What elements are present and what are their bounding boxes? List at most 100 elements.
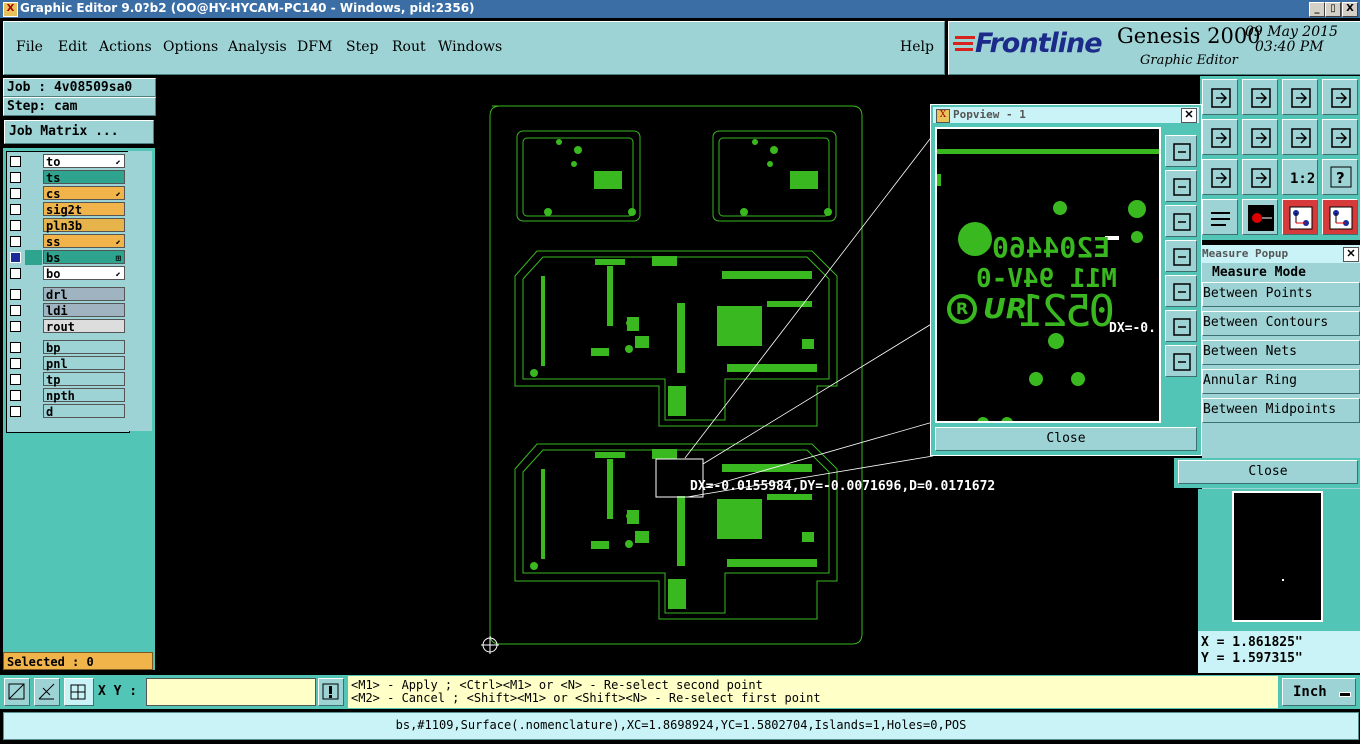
alert-button[interactable]	[318, 678, 344, 706]
layer-checkbox[interactable]	[10, 305, 21, 316]
layer-checkbox[interactable]	[10, 342, 21, 353]
window-split-icon[interactable]	[1322, 79, 1358, 115]
layer-row-d[interactable]: d	[8, 404, 126, 419]
layer-checkbox[interactable]	[10, 406, 21, 417]
house-icon[interactable]	[1282, 79, 1318, 115]
measure-mode-between-points[interactable]: Between Points	[1202, 282, 1360, 307]
layer-checkbox[interactable]	[10, 358, 21, 369]
pan-right-icon[interactable]	[1165, 275, 1197, 307]
right-arrow-icon[interactable]	[1242, 119, 1278, 155]
layer-row-ss[interactable]: ss ⬋	[8, 234, 126, 249]
layer-name: pln3b	[43, 218, 125, 233]
maximize-button[interactable]: ▯	[1325, 2, 1341, 17]
measure-mode-annular-ring[interactable]: Annular Ring	[1202, 369, 1360, 394]
measure-close-icon[interactable]: ✕	[1343, 247, 1359, 262]
zoom-down-icon[interactable]	[1165, 205, 1197, 237]
selected-count: Selected : 0	[3, 652, 153, 670]
measure-mode-between-nets[interactable]: Between Nets	[1202, 340, 1360, 365]
layer-row-sig2t[interactable]: sig2t	[8, 202, 126, 217]
zoom-up-icon[interactable]	[1165, 170, 1197, 202]
layer-row-drl[interactable]: drl	[8, 287, 126, 302]
snap-tool-2-icon[interactable]	[34, 678, 60, 706]
layer-checkbox[interactable]	[10, 172, 21, 183]
job-matrix-button[interactable]: Job Matrix ...	[4, 120, 154, 144]
app-icon[interactable]: X	[3, 2, 18, 17]
layer-row-bo[interactable]: bo ⬋	[8, 266, 126, 281]
menu-actions[interactable]: Actions	[99, 39, 152, 55]
layer-checkbox[interactable]	[10, 220, 21, 231]
svg-text:1:2: 1:2	[1290, 171, 1314, 187]
measure-mode-between-contours[interactable]: Between Contours	[1202, 311, 1360, 336]
zoom-home-icon[interactable]	[1165, 135, 1197, 167]
popview-canvas[interactable]: E204460 M11 94V-0 R UR 0521 DX=-0.	[935, 127, 1161, 423]
close-window-button[interactable]: X	[1342, 2, 1358, 17]
probe-icon[interactable]	[1242, 199, 1278, 235]
menu-bar: File Edit Actions Options Analysis DFM S…	[3, 21, 945, 75]
s-curve-icon[interactable]	[1322, 119, 1358, 155]
save-icon[interactable]	[1242, 79, 1278, 115]
menu-file[interactable]: File	[16, 39, 43, 55]
tools-icon[interactable]	[1202, 199, 1238, 235]
layer-row-bs[interactable]: bs ⊞	[8, 250, 126, 265]
net-red-icon[interactable]	[1282, 199, 1318, 235]
layer-row-ldi[interactable]: ldi	[8, 303, 126, 318]
layer-color-swatch	[25, 303, 42, 318]
layer-row-pln3b[interactable]: pln3b	[8, 218, 126, 233]
layer-row-tp[interactable]: tp	[8, 372, 126, 387]
popview-close-icon[interactable]: ✕	[1181, 108, 1197, 123]
menu-windows[interactable]: Windows	[438, 39, 502, 55]
center-view-icon[interactable]	[1165, 345, 1197, 377]
menu-rout[interactable]: Rout	[392, 39, 426, 55]
help-icon[interactable]: ?	[1322, 159, 1358, 195]
layer-checkbox[interactable]	[10, 374, 21, 385]
layer-checkbox[interactable]	[10, 390, 21, 401]
home-icon[interactable]	[1202, 79, 1238, 115]
menu-help[interactable]: Help	[900, 39, 934, 55]
layer-checkbox[interactable]	[10, 252, 21, 263]
layer-checkbox[interactable]	[10, 289, 21, 300]
layer-row-to[interactable]: to ⬋	[8, 154, 126, 169]
layer-row-cs[interactable]: cs ⬋	[8, 186, 126, 201]
menu-analysis[interactable]: Analysis	[228, 39, 287, 55]
layer-checkbox[interactable]	[10, 204, 21, 215]
measure-close-button[interactable]: Close	[1178, 460, 1358, 484]
layer-checkbox[interactable]	[10, 236, 21, 247]
snap-tool-1-icon[interactable]	[4, 678, 30, 706]
measure-mode-between-midpoints[interactable]: Between Midpoints	[1202, 398, 1360, 423]
fit-icon[interactable]	[1165, 310, 1197, 342]
layer-checkbox[interactable]	[10, 268, 21, 279]
layer-checkbox[interactable]	[10, 156, 21, 167]
layer-name: ts	[43, 170, 125, 185]
popview-close-button[interactable]: Close	[935, 427, 1197, 451]
minimize-button[interactable]: _	[1309, 2, 1325, 17]
menu-dfm[interactable]: DFM	[297, 39, 332, 55]
menu-options[interactable]: Options	[163, 39, 218, 55]
layer-color-swatch	[25, 250, 42, 265]
unit-select[interactable]: Inch	[1282, 678, 1356, 706]
scale-icon[interactable]: 1:2	[1282, 159, 1318, 195]
product-name: Genesis 2000	[1117, 24, 1261, 48]
layer-row-rout[interactable]: rout	[8, 319, 126, 334]
layer-checkbox[interactable]	[10, 321, 21, 332]
layer-row-npth[interactable]: npth	[8, 388, 126, 403]
center-icon[interactable]	[1242, 159, 1278, 195]
layer-checkbox[interactable]	[10, 188, 21, 199]
layer-list-scroll[interactable]	[128, 151, 152, 431]
right-toolbar: 1:2?	[1200, 76, 1360, 240]
left-arrow-icon[interactable]	[1202, 119, 1238, 155]
fit-screen-icon[interactable]	[1202, 159, 1238, 195]
menu-edit[interactable]: Edit	[58, 39, 87, 55]
layer-row-bp[interactable]: bp	[8, 340, 126, 355]
xy-input[interactable]	[146, 678, 316, 706]
popview-titlebar: X Popview - 1 ✕	[933, 107, 1199, 123]
overview-map[interactable]	[1232, 491, 1323, 622]
layer-row-pnl[interactable]: pnl	[8, 356, 126, 371]
pcb-dx-readout: DX=-0.	[1109, 321, 1156, 336]
menu-step[interactable]: Step	[346, 39, 378, 55]
pcb-ul-mark: R	[947, 294, 977, 324]
layer-row-ts[interactable]: ts	[8, 170, 126, 185]
grid-tool-icon[interactable]	[64, 678, 94, 706]
net-red-2-icon[interactable]	[1322, 199, 1358, 235]
undo-icon[interactable]	[1282, 119, 1318, 155]
pan-left-icon[interactable]	[1165, 240, 1197, 272]
